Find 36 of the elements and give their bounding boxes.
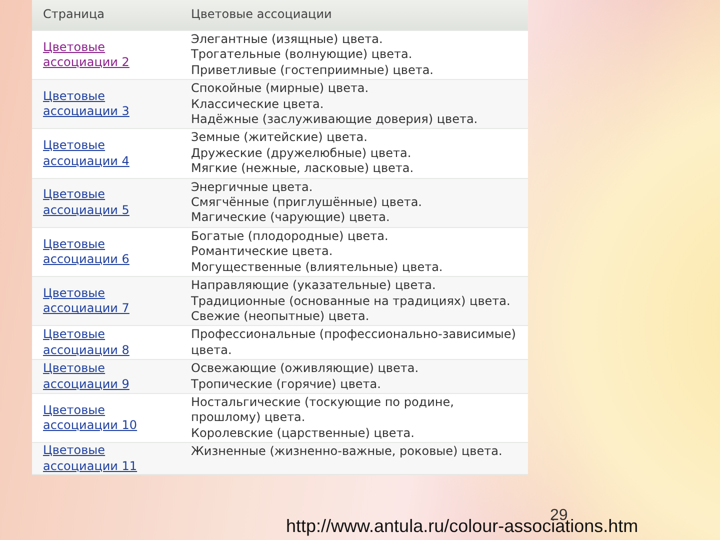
page-link[interactable]: Цветовые ассоциации 9	[43, 361, 153, 392]
association-text: Мягкие (нежные, ласковые) цвета.	[191, 161, 415, 177]
association-text: Свежие (неопытные) цвета.	[191, 308, 370, 324]
association-text: Трогательные (волнующие) цвета.	[191, 47, 414, 63]
page-link[interactable]: Цветовые ассоциации 11	[43, 443, 153, 474]
page-link[interactable]: Цветовые ассоциации 10	[43, 402, 153, 434]
page-link[interactable]: Цветовые ассоциации 5	[43, 187, 153, 218]
association-text: Романтические цвета.	[191, 244, 334, 260]
association-text: Земные (житейские) цвета.	[191, 130, 368, 146]
association-text: Профессиональные (профессионально-зависимые) цвета.	[191, 327, 517, 358]
association-text: Тропические (горячие) цвета.	[191, 376, 382, 392]
association-text: Магические (чарующие) цвета.	[191, 210, 391, 226]
page-link[interactable]: Цветовые ассоциации 4	[43, 138, 153, 169]
association-text: Богатые (плодородные) цвета.	[191, 228, 390, 244]
page-link[interactable]: Цветовые ассоциации 6	[43, 236, 153, 268]
association-text: Ностальгические (тоскующие по родине, прошлому) цвета.	[191, 394, 455, 426]
association-text: Энергичные цвета.	[191, 180, 314, 196]
page-link[interactable]: Цветовые ассоциации 3	[43, 88, 153, 120]
page-link[interactable]: Цветовые ассоциации 7	[43, 286, 153, 317]
association-text: Смягчённые (приглушённые) цвета.	[191, 195, 423, 210]
association-text: Жизненные (жизненно-важные, роковые) цвета.	[191, 444, 504, 460]
column-header: Страница	[43, 7, 105, 23]
association-text: Элегантные (изящные) цвета.	[191, 32, 384, 48]
association-text: Могущественные (влиятельные) цвета.	[191, 260, 444, 276]
association-text: Традиционные (основанные на традициях) цвета.	[191, 294, 512, 309]
association-text: Надёжные (заслуживающие доверия) цвета.	[191, 112, 479, 128]
association-text: Приветливые (гостеприимные) цвета.	[191, 62, 434, 78]
page-link[interactable]: Цветовые ассоциации 2	[43, 40, 153, 71]
page-link[interactable]: Цветовые ассоциации 8	[43, 327, 153, 358]
association-text: Освежающие (оживляющие) цвета.	[191, 361, 420, 377]
column-header: Цветовые ассоциации	[191, 7, 332, 22]
association-text: Классические цвета.	[191, 96, 325, 112]
association-text: Спокойные (мирные) цвета.	[191, 81, 370, 97]
association-text: Королевские (царственные) цвета.	[191, 426, 416, 442]
association-text: Направляющие (указательные) цвета.	[191, 278, 437, 294]
association-text: Дружеские (дружелюбные) цвета.	[191, 146, 412, 162]
